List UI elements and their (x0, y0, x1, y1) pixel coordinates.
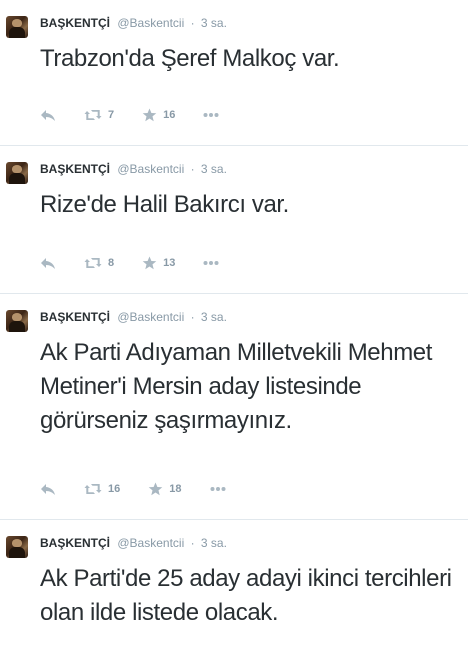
more-button[interactable] (210, 486, 226, 492)
tweet-text: Ak Parti'de 25 aday adayi ikinci tercihl… (40, 565, 452, 626)
tweet-username[interactable]: @Baskentcii (117, 536, 184, 550)
retweet-count: 8 (108, 257, 115, 269)
more-icon (210, 487, 225, 491)
tweet-actions: 8 13 (40, 255, 247, 271)
favorite-button[interactable]: 13 (142, 256, 175, 270)
tweet-separator: · (190, 310, 195, 324)
more-button[interactable] (203, 260, 219, 266)
star-icon (148, 482, 163, 496)
tweet-feed: BAŞKENTÇİ @Baskentcii · 3 sa. Trabzon'da… (0, 0, 468, 660)
tweet-item[interactable]: BAŞKENTÇİ @Baskentcii · 3 sa. Ak Parti'd… (0, 520, 468, 660)
tweet-timestamp[interactable]: 3 sa. (201, 162, 227, 176)
reply-icon (41, 484, 55, 495)
avatar[interactable] (6, 310, 28, 332)
retweet-button[interactable]: 16 (84, 482, 120, 496)
tweet-header: BAŞKENTÇİ @Baskentcii · 3 sa. (40, 14, 456, 32)
avatar[interactable] (6, 16, 28, 38)
reply-icon (41, 258, 55, 269)
favorite-count: 13 (163, 257, 176, 269)
tweet-separator: · (190, 536, 195, 550)
star-icon (142, 108, 157, 122)
reply-icon (41, 110, 55, 121)
tweet-username[interactable]: @Baskentcii (117, 162, 184, 176)
favorite-button[interactable]: 18 (148, 482, 182, 496)
retweet-icon (84, 484, 102, 494)
tweet-separator: · (190, 16, 195, 30)
more-icon (203, 261, 219, 265)
tweet-text: Trabzon'da Şeref Malkoç var. (40, 45, 340, 72)
retweet-count: 7 (108, 109, 115, 121)
tweet-timestamp[interactable]: 3 sa. (201, 536, 227, 550)
tweet-separator: · (190, 162, 195, 176)
retweet-button[interactable]: 8 (84, 256, 114, 270)
tweet-header: BAŞKENTÇİ @Baskentcii · 3 sa. (40, 160, 456, 178)
reply-button[interactable] (40, 256, 56, 270)
tweet-fullname[interactable]: BAŞKENTÇİ (40, 16, 110, 30)
more-icon (203, 113, 219, 117)
retweet-count: 16 (108, 483, 121, 495)
retweet-icon (84, 258, 102, 268)
tweet-text: Rize'de Halil Bakırcı var. (40, 191, 289, 218)
favorite-count: 18 (169, 483, 182, 495)
tweet-item[interactable]: BAŞKENTÇİ @Baskentcii · 3 sa. Ak Parti A… (0, 294, 468, 520)
favorite-count: 16 (163, 109, 176, 121)
tweet-header: BAŞKENTÇİ @Baskentcii · 3 sa. (40, 308, 456, 326)
tweet-item[interactable]: BAŞKENTÇİ @Baskentcii · 3 sa. Rize'de Ha… (0, 146, 468, 294)
tweet-actions: 7 16 (40, 107, 247, 123)
tweet-fullname[interactable]: BAŞKENTÇİ (40, 310, 110, 324)
tweet-fullname[interactable]: BAŞKENTÇİ (40, 536, 110, 550)
avatar[interactable] (6, 162, 28, 184)
tweet-header: BAŞKENTÇİ @Baskentcii · 3 sa. (40, 534, 456, 552)
tweet-timestamp[interactable]: 3 sa. (201, 310, 227, 324)
reply-button[interactable] (40, 482, 56, 496)
tweet-username[interactable]: @Baskentcii (117, 310, 184, 324)
retweet-button[interactable]: 7 (84, 108, 114, 122)
avatar[interactable] (6, 536, 28, 558)
tweet-actions: 16 18 (40, 481, 254, 497)
star-icon (142, 256, 157, 270)
tweet-item[interactable]: BAŞKENTÇİ @Baskentcii · 3 sa. Trabzon'da… (0, 0, 468, 146)
tweet-timestamp[interactable]: 3 sa. (201, 16, 227, 30)
tweet-fullname[interactable]: BAŞKENTÇİ (40, 162, 110, 176)
reply-button[interactable] (40, 108, 56, 122)
tweet-text: Ak Parti Adıyaman Milletvekili Mehmet Me… (40, 339, 433, 434)
favorite-button[interactable]: 16 (142, 108, 175, 122)
more-button[interactable] (203, 112, 219, 118)
retweet-icon (84, 110, 102, 120)
tweet-username[interactable]: @Baskentcii (117, 16, 184, 30)
